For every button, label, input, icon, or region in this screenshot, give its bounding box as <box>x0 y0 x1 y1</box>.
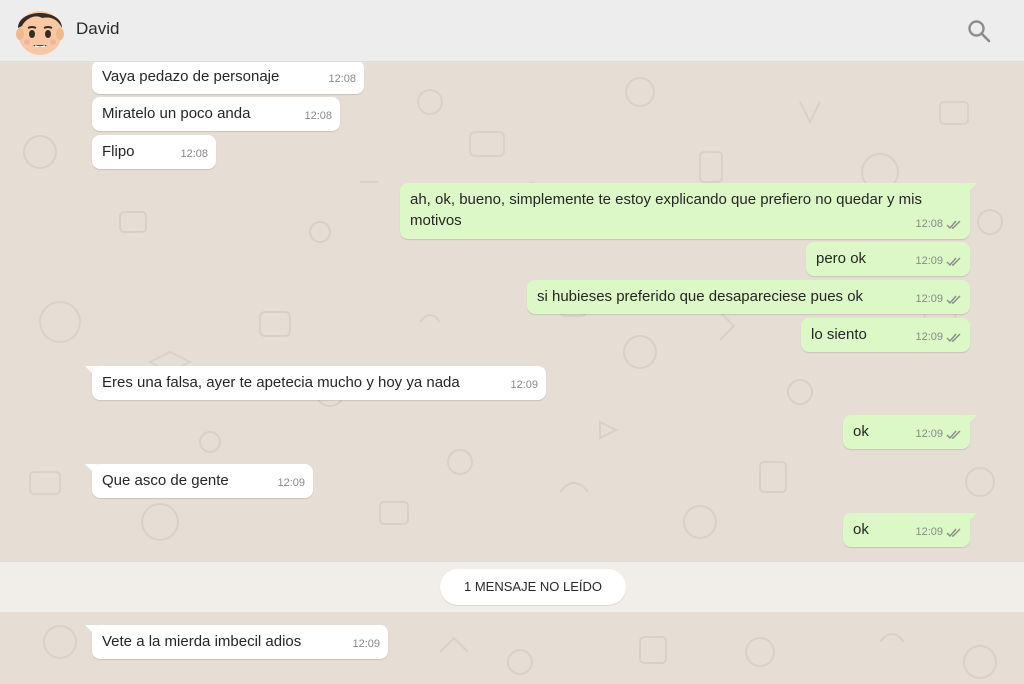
message-incoming[interactable]: Vaya pedazo de personaje 12:08 <box>92 62 364 94</box>
message-meta: 12:09 <box>510 375 538 396</box>
chat-area[interactable]: Vaya pedazo de personaje 12:08 Miratelo … <box>0 62 1024 684</box>
message-text: ah, ok, bueno, simplemente te estoy expl… <box>410 191 922 229</box>
bubble-tail <box>965 513 977 525</box>
message-time: 12:09 <box>510 379 538 391</box>
message-outgoing[interactable]: si hubieses preferido que desapareciese … <box>527 280 970 314</box>
double-check-icon <box>946 257 961 266</box>
message-time: 12:08 <box>180 148 208 160</box>
message-incoming[interactable]: Vete a la mierda imbecil adios 12:09 <box>85 625 388 659</box>
double-check-icon <box>946 333 961 342</box>
message-outgoing[interactable]: pero ok 12:09 <box>806 242 970 276</box>
message-meta: 12:09 <box>915 522 962 543</box>
message-incoming[interactable]: Miratelo un poco anda 12:08 <box>92 97 340 131</box>
message-time: 12:09 <box>277 477 305 489</box>
message-outgoing[interactable]: lo siento 12:09 <box>801 318 970 352</box>
search-icon[interactable] <box>964 16 994 46</box>
double-check-icon <box>946 295 961 304</box>
message-time: 12:09 <box>915 255 943 267</box>
message-meta: 12:08 <box>328 69 356 90</box>
message-meta: 12:08 <box>915 214 962 235</box>
contact-name[interactable]: David <box>76 19 119 39</box>
message-incoming[interactable]: Flipo 12:08 <box>92 135 216 169</box>
message-time: 12:08 <box>915 218 943 230</box>
bubble-tail <box>85 464 97 476</box>
bubble-tail <box>85 366 97 378</box>
message-time: 12:08 <box>304 110 332 122</box>
message-meta: 12:09 <box>915 289 962 310</box>
message-meta: 12:08 <box>180 144 208 165</box>
message-outgoing[interactable]: ok 12:09 <box>843 513 977 547</box>
message-meta: 12:09 <box>915 424 962 445</box>
double-check-icon <box>946 220 961 229</box>
bubble-tail <box>85 625 97 637</box>
message-incoming[interactable]: Que asco de gente 12:09 <box>85 464 313 498</box>
message-incoming[interactable]: Eres una falsa, ayer te apetecia mucho y… <box>85 366 546 400</box>
message-meta: 12:09 <box>915 327 962 348</box>
message-meta: 12:09 <box>277 473 305 494</box>
message-time: 12:09 <box>915 428 943 440</box>
message-meta: 12:09 <box>352 634 380 655</box>
message-time: 12:09 <box>915 526 943 538</box>
message-text: Miratelo un poco anda <box>102 105 251 122</box>
unread-messages-label: 1 MENSAJE NO LEÍDO <box>440 569 626 605</box>
avatar-icon[interactable] <box>12 2 68 58</box>
message-text: Vete a la mierda imbecil adios <box>102 633 302 650</box>
message-text: Eres una falsa, ayer te apetecia mucho y… <box>102 374 460 391</box>
message-outgoing[interactable]: ah, ok, bueno, simplemente te estoy expl… <box>400 183 977 239</box>
message-time: 12:09 <box>915 293 943 305</box>
message-outgoing[interactable]: ok 12:09 <box>843 415 977 449</box>
message-time: 12:09 <box>352 638 380 650</box>
message-text: Vaya pedazo de personaje <box>102 68 280 85</box>
message-text: si hubieses preferido que desapareciese … <box>537 288 864 305</box>
bubble-tail <box>965 415 977 427</box>
double-check-icon <box>946 528 961 537</box>
message-time: 12:08 <box>328 73 356 85</box>
message-time: 12:09 <box>915 331 943 343</box>
double-check-icon <box>946 430 961 439</box>
message-meta: 12:08 <box>304 106 332 127</box>
bubble-tail <box>965 183 977 195</box>
chat-header: David <box>0 0 1024 62</box>
message-meta: 12:09 <box>915 251 962 272</box>
message-text: Que asco de gente <box>102 472 229 489</box>
